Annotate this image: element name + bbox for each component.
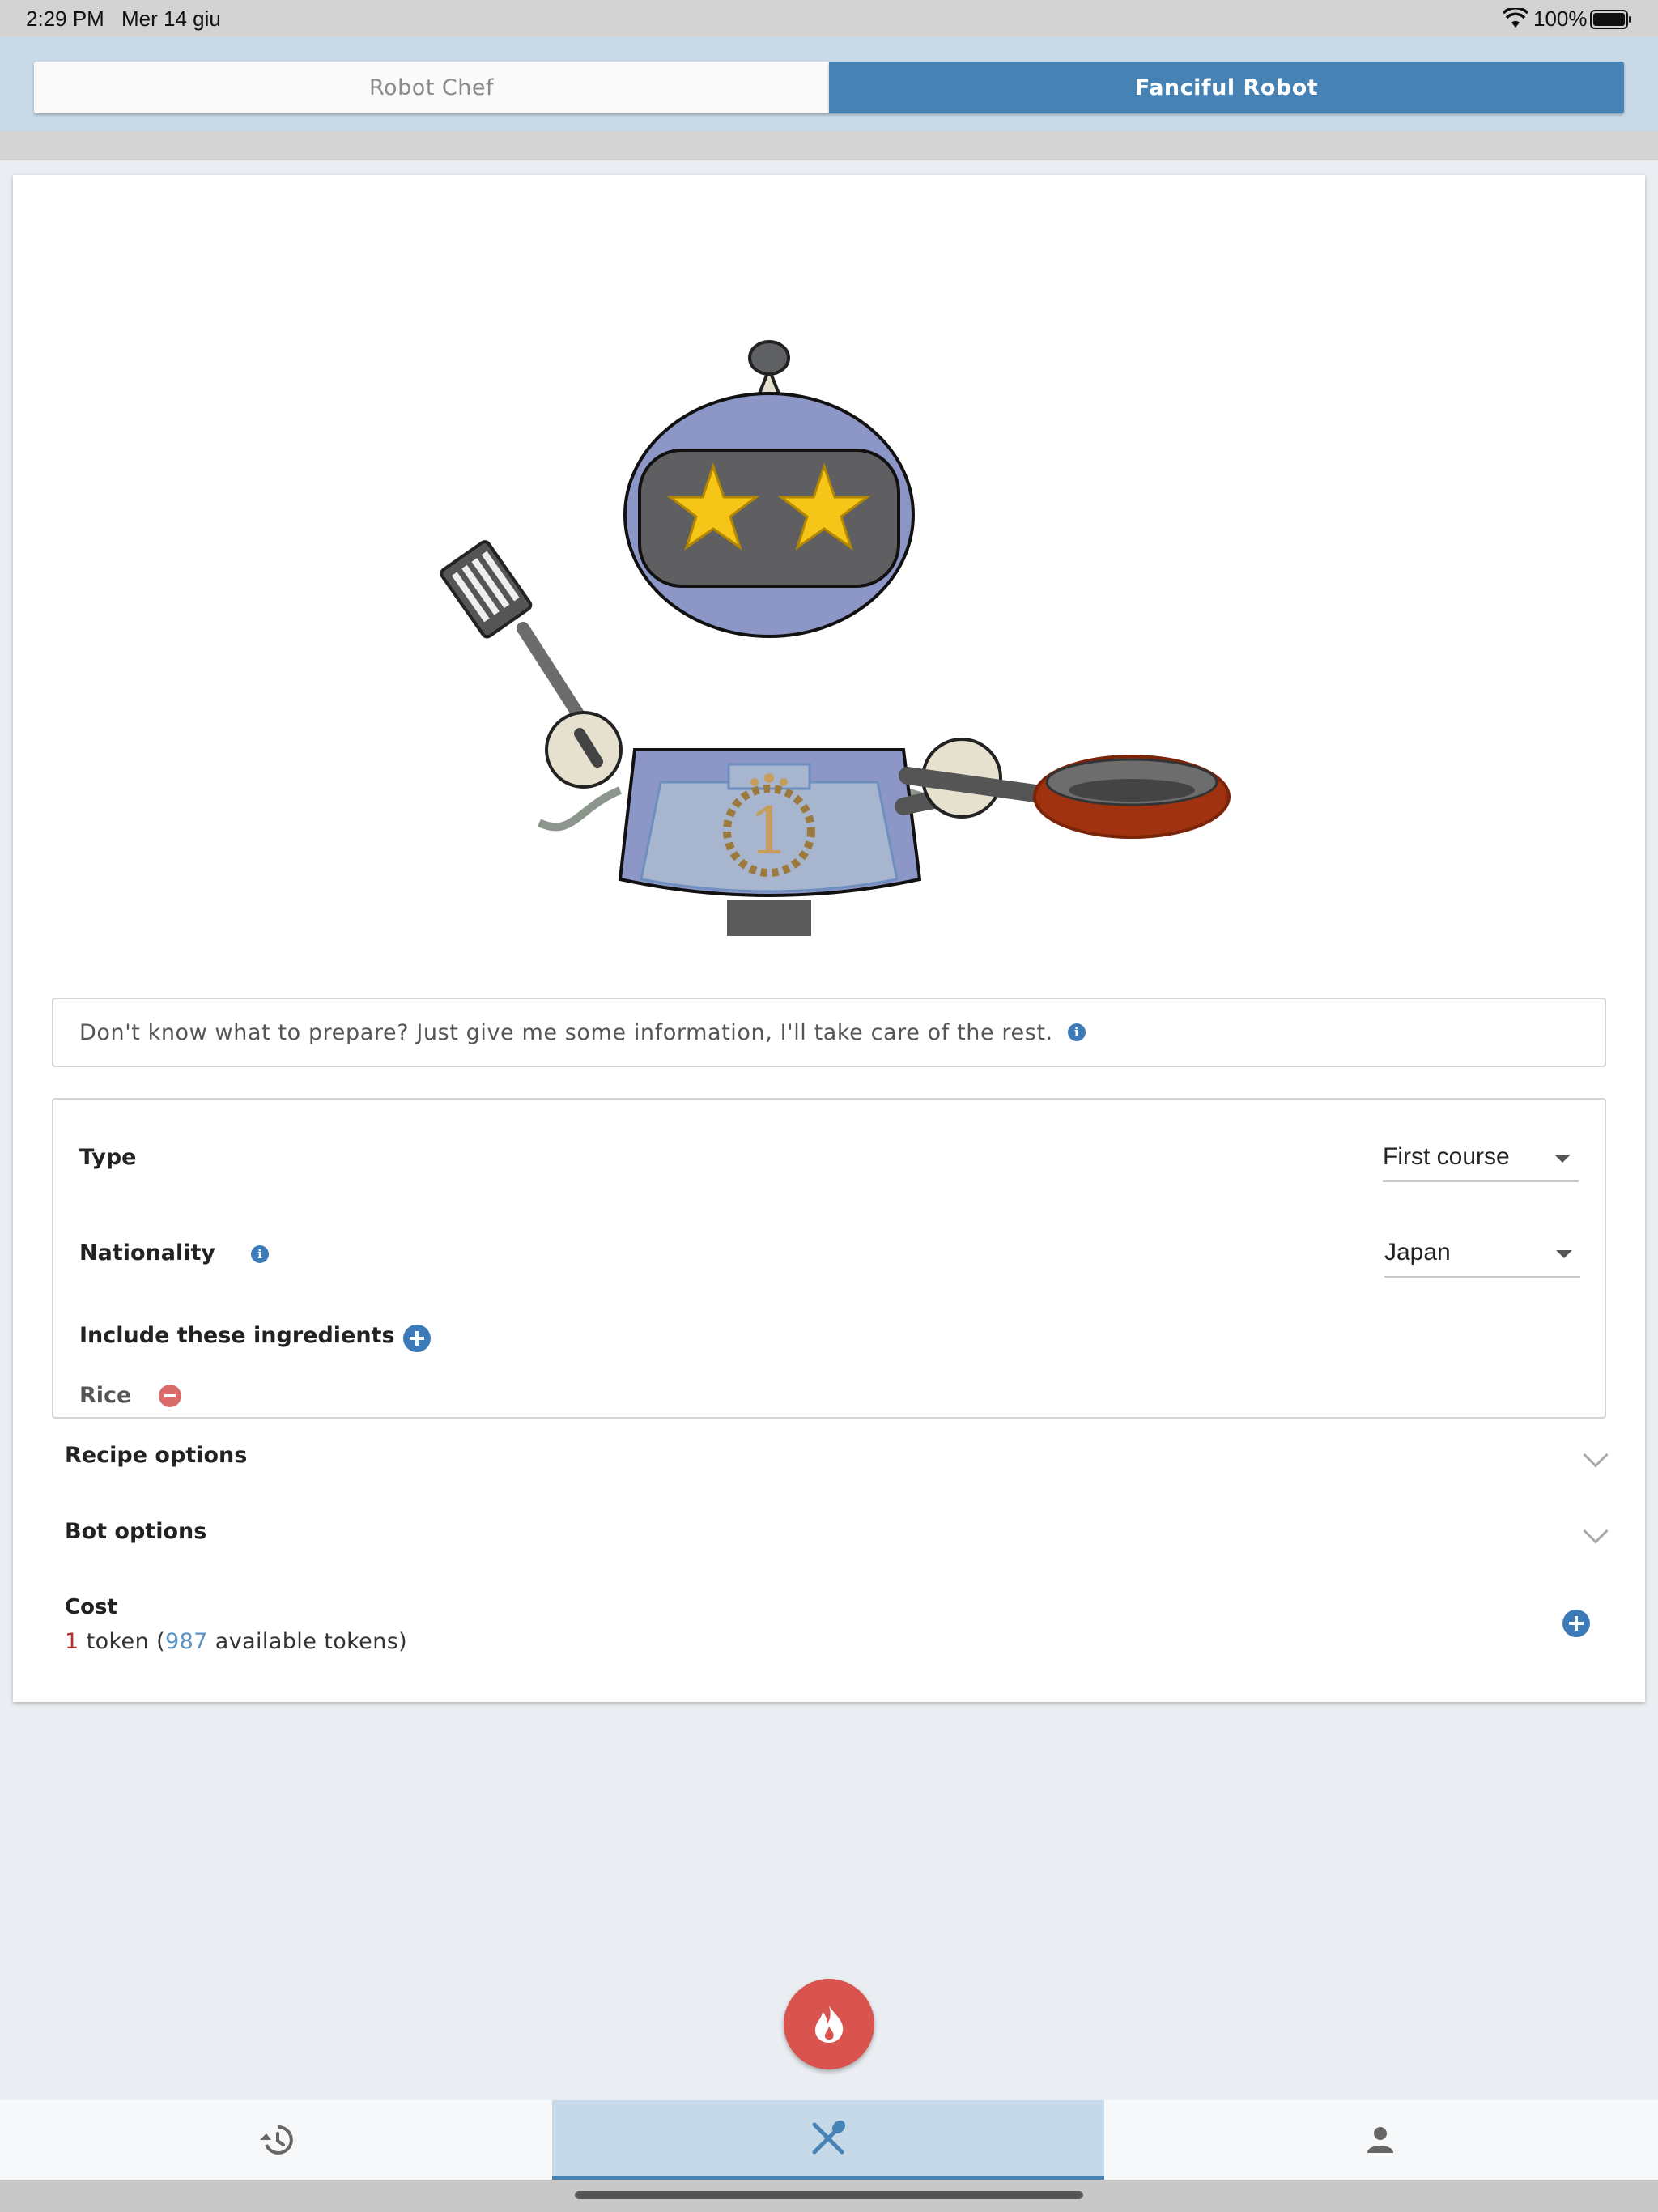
mode-selector-header: Robot Chef Fanciful Robot: [0, 37, 1658, 131]
intro-text: Don't know what to prepare? Just give me…: [79, 1019, 1053, 1045]
buy-tokens-icon[interactable]: [1562, 1610, 1590, 1637]
remove-ingredient-icon[interactable]: [159, 1385, 181, 1407]
dropdown-arrow-icon: [1554, 1155, 1571, 1163]
person-icon: [1367, 2127, 1393, 2153]
cutlery-icon: [812, 2120, 846, 2155]
battery-icon: [1590, 10, 1631, 29]
nationality-select-value: Japan: [1384, 1239, 1451, 1266]
chevron-down-icon[interactable]: [1583, 1518, 1609, 1544]
dropdown-arrow-icon: [1556, 1250, 1572, 1258]
add-ingredient-icon[interactable]: [403, 1325, 431, 1352]
cost-label: Cost: [65, 1595, 117, 1619]
available-tokens-text: available tokens: [215, 1629, 399, 1654]
nav-cook[interactable]: [552, 2100, 1104, 2180]
nav-history[interactable]: [0, 2100, 552, 2180]
type-select-value: First course: [1383, 1143, 1510, 1170]
intro-message-box: Don't know what to prepare? Just give me…: [52, 998, 1606, 1067]
info-icon[interactable]: i: [1067, 1023, 1086, 1041]
tab-fanciful-robot[interactable]: Fanciful Robot: [829, 62, 1624, 113]
history-icon: [260, 2125, 293, 2155]
home-indicator[interactable]: [575, 2191, 1083, 2199]
cost-token-count: 1: [65, 1629, 79, 1654]
header-divider: [0, 131, 1658, 160]
robot-chef-illustration: 1: [440, 340, 1231, 936]
nationality-label: Nationality: [79, 1240, 215, 1266]
nationality-info-icon[interactable]: i: [251, 1245, 269, 1263]
flame-icon: [814, 2006, 844, 2043]
nationality-select[interactable]: Japan: [1384, 1227, 1580, 1278]
nav-profile[interactable]: [1104, 2100, 1656, 2180]
tab-robot-chef[interactable]: Robot Chef: [34, 62, 829, 113]
status-time: 2:29 PM: [26, 6, 104, 31]
svg-text:1: 1: [749, 793, 790, 869]
ingredient-item: Rice: [79, 1383, 132, 1408]
generate-recipe-button[interactable]: [784, 1979, 874, 2069]
ingredients-label: Include these ingredients: [79, 1323, 395, 1348]
type-select[interactable]: First course: [1383, 1132, 1579, 1182]
available-token-count: 987: [165, 1629, 208, 1654]
bot-options-toggle[interactable]: Bot options: [65, 1519, 206, 1544]
home-indicator-area: [0, 2180, 1658, 2212]
cost-token-word: token: [86, 1629, 150, 1654]
wifi-icon: [1503, 8, 1528, 28]
bottom-navigation: [0, 2100, 1658, 2180]
chevron-down-icon[interactable]: [1583, 1442, 1609, 1468]
recipe-form: Type First course Nationality i Japan In…: [52, 1098, 1606, 1419]
type-label: Type: [79, 1145, 137, 1170]
status-bar: 2:29 PM Mer 14 giu 100%: [0, 0, 1658, 37]
recipe-options-toggle[interactable]: Recipe options: [65, 1443, 247, 1468]
cost-summary: 1 token (987 available tokens): [65, 1629, 408, 1654]
main-card: 1 Don't know what to prepare? Just give …: [13, 175, 1645, 1702]
status-date: Mer 14 giu: [121, 6, 221, 31]
battery-percent: 100%: [1533, 6, 1588, 31]
